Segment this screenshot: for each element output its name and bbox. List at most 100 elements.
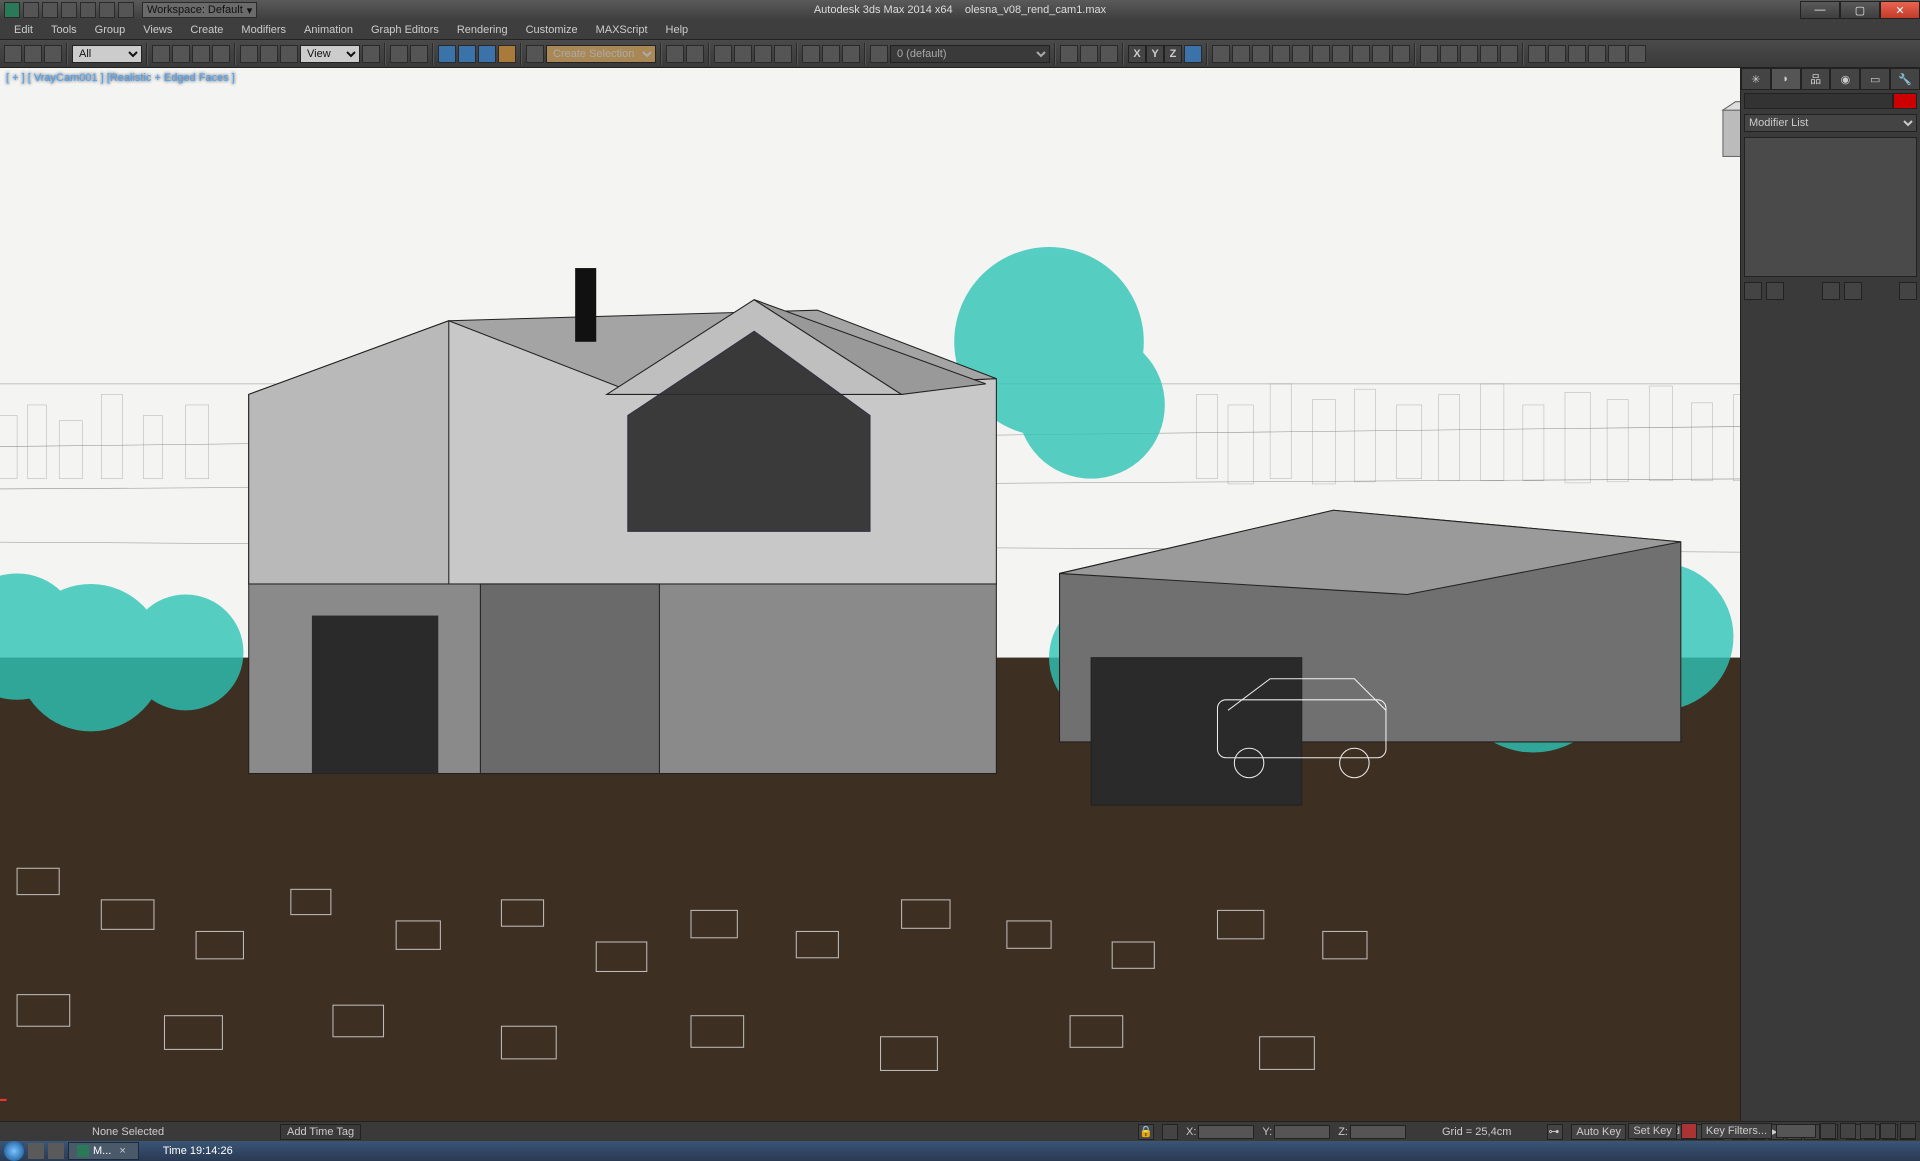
zoom-extents-icon[interactable]: [1820, 1123, 1836, 1139]
tab-modify[interactable]: ◗: [1771, 68, 1801, 90]
snaps-toggle-icon[interactable]: [438, 45, 456, 63]
setkey-label[interactable]: Set Key: [1628, 1123, 1677, 1139]
menu-create[interactable]: Create: [182, 22, 231, 38]
mirror-icon[interactable]: [666, 45, 684, 63]
show-end-result-icon[interactable]: [1766, 282, 1784, 300]
project-icon[interactable]: [118, 2, 134, 18]
extra-tool-19-icon[interactable]: [1588, 45, 1606, 63]
menu-grapheditors[interactable]: Graph Editors: [363, 22, 447, 38]
material-editor-icon[interactable]: [774, 45, 792, 63]
select-name-icon[interactable]: [172, 45, 190, 63]
menu-edit[interactable]: Edit: [6, 22, 41, 38]
menu-group[interactable]: Group: [87, 22, 134, 38]
object-name-field[interactable]: [1744, 93, 1893, 109]
rotate-icon[interactable]: [260, 45, 278, 63]
undo-icon[interactable]: [80, 2, 96, 18]
tab-utilities[interactable]: 🔧: [1890, 68, 1920, 90]
open-icon[interactable]: [42, 2, 58, 18]
infocenter-star-icon[interactable]: [1752, 2, 1768, 18]
extra-tool-2-icon[interactable]: [1232, 45, 1250, 63]
absolute-mode-icon[interactable]: [1162, 1124, 1178, 1140]
max-toggle-viewport-icon[interactable]: [1900, 1123, 1916, 1139]
viewport-label[interactable]: [ + ] [ VrayCam001 ] [Realistic + Edged …: [6, 72, 235, 84]
workspace-dropdown[interactable]: Workspace: Default ▾: [142, 2, 257, 18]
extra-tool-6-icon[interactable]: [1312, 45, 1330, 63]
remove-modifier-icon[interactable]: [1844, 282, 1862, 300]
axis-y-button[interactable]: Y: [1146, 45, 1164, 63]
menu-modifiers[interactable]: Modifiers: [233, 22, 294, 38]
extra-tool-7-icon[interactable]: [1332, 45, 1350, 63]
extra-tool-17-icon[interactable]: [1548, 45, 1566, 63]
infocenter-search-icon[interactable]: [1712, 2, 1728, 18]
maximize-button[interactable]: ▢: [1840, 1, 1880, 19]
edit-named-sel-icon[interactable]: [526, 45, 544, 63]
select-manipulate-icon[interactable]: [390, 45, 408, 63]
taskbar-pinned-2[interactable]: [48, 1143, 64, 1159]
extra-tool-1-icon[interactable]: [1212, 45, 1230, 63]
infocenter-exchange-icon[interactable]: [1732, 2, 1748, 18]
current-frame-input[interactable]: [1776, 1124, 1816, 1138]
extra-tool-3-icon[interactable]: [1252, 45, 1270, 63]
app-icon[interactable]: [4, 2, 20, 18]
extra-tool-5-icon[interactable]: [1292, 45, 1310, 63]
layer-new-icon[interactable]: [870, 45, 888, 63]
select-region-icon[interactable]: [192, 45, 210, 63]
percent-snap-icon[interactable]: [478, 45, 496, 63]
use-pivot-icon[interactable]: [362, 45, 380, 63]
object-color-swatch[interactable]: [1893, 93, 1917, 109]
zoom-extents-all-icon[interactable]: [1840, 1123, 1856, 1139]
infocenter-help-icon[interactable]: [1772, 2, 1788, 18]
move-icon[interactable]: [240, 45, 258, 63]
modifier-stack[interactable]: [1744, 137, 1917, 277]
addtimetag-button[interactable]: Add Time Tag: [280, 1124, 361, 1140]
save-icon[interactable]: [61, 2, 77, 18]
add-to-layer-icon[interactable]: [1060, 45, 1078, 63]
transform-x-input[interactable]: [1198, 1125, 1254, 1139]
bind-spacewarp-icon[interactable]: [44, 45, 62, 63]
setkey-button[interactable]: [1681, 1123, 1697, 1139]
menu-help[interactable]: Help: [658, 22, 697, 38]
menu-customize[interactable]: Customize: [518, 22, 586, 38]
align-icon[interactable]: [686, 45, 704, 63]
extra-tool-16-icon[interactable]: [1528, 45, 1546, 63]
menu-maxscript[interactable]: MAXScript: [588, 22, 656, 38]
named-selection-dropdown[interactable]: Create Selection Se: [546, 45, 656, 63]
window-crossing-icon[interactable]: [212, 45, 230, 63]
selection-filter-dropdown[interactable]: All: [72, 45, 142, 63]
angle-snap-icon[interactable]: [458, 45, 476, 63]
layer-dropdown[interactable]: 0 (default): [890, 45, 1050, 63]
modifier-list-dropdown[interactable]: Modifier List: [1744, 114, 1917, 132]
schematic-view-icon[interactable]: [754, 45, 772, 63]
render-setup-icon[interactable]: [802, 45, 820, 63]
extra-tool-20-icon[interactable]: [1608, 45, 1626, 63]
fov-icon[interactable]: [1860, 1123, 1876, 1139]
tab-create[interactable]: ✳: [1741, 68, 1771, 90]
select-layer-icon[interactable]: [1080, 45, 1098, 63]
keyboard-shortcut-icon[interactable]: [410, 45, 428, 63]
tab-display[interactable]: ▭: [1860, 68, 1890, 90]
redo-icon[interactable]: [99, 2, 115, 18]
layer-manager-icon[interactable]: [714, 45, 732, 63]
unlink-icon[interactable]: [24, 45, 42, 63]
tab-hierarchy[interactable]: 品: [1801, 68, 1831, 90]
extra-tool-4-icon[interactable]: [1272, 45, 1290, 63]
extra-tool-9-icon[interactable]: [1372, 45, 1390, 63]
extra-tool-14-icon[interactable]: [1480, 45, 1498, 63]
render-production-icon[interactable]: [842, 45, 860, 63]
axis-xy-icon[interactable]: [1184, 45, 1202, 63]
lock-selection-icon[interactable]: 🔒: [1138, 1124, 1154, 1140]
make-unique-icon[interactable]: [1822, 282, 1840, 300]
pin-stack-icon[interactable]: [1744, 282, 1762, 300]
menu-rendering[interactable]: Rendering: [449, 22, 516, 38]
new-icon[interactable]: [23, 2, 39, 18]
menu-animation[interactable]: Animation: [296, 22, 361, 38]
taskbar-app-close-icon[interactable]: ×: [115, 1145, 129, 1157]
extra-tool-21-icon[interactable]: [1628, 45, 1646, 63]
select-link-icon[interactable]: [4, 45, 22, 63]
axis-z-button[interactable]: Z: [1164, 45, 1182, 63]
configure-sets-icon[interactable]: [1899, 282, 1917, 300]
taskbar-pinned-1[interactable]: [28, 1143, 44, 1159]
keyfilters-button[interactable]: Key Filters...: [1701, 1123, 1772, 1139]
extra-tool-8-icon[interactable]: [1352, 45, 1370, 63]
curve-editor-icon[interactable]: [734, 45, 752, 63]
